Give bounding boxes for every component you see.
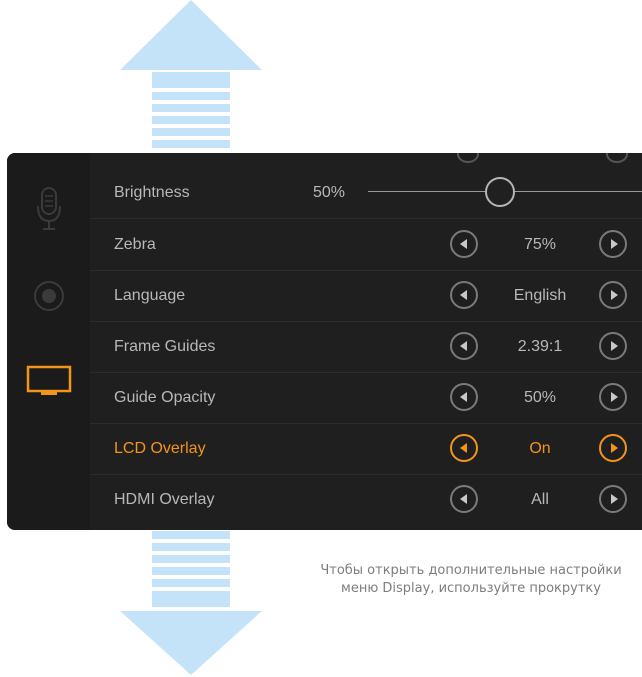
guide-opacity-value: 50% bbox=[523, 388, 557, 406]
scroll-hint-caption: Чтобы открыть дополнительные настройки м… bbox=[300, 562, 642, 598]
language-row: Language English bbox=[90, 270, 642, 322]
camera-lcd-menu: Brightness 50% Zebra 75% Language Englis… bbox=[7, 153, 642, 530]
frame-guides-prev-button[interactable] bbox=[450, 331, 478, 360]
brightness-value: 50% bbox=[313, 183, 346, 201]
arrow-left-icon bbox=[459, 289, 467, 300]
scroll-down-arrow bbox=[120, 531, 262, 675]
hdmi-overlay-row: HDMI Overlay All bbox=[90, 474, 642, 525]
zebra-value: 75% bbox=[523, 235, 557, 253]
frame-guides-value: 2.39:1 bbox=[517, 337, 563, 355]
microphone-icon[interactable] bbox=[7, 186, 90, 232]
scrolled-button-edge bbox=[606, 153, 628, 163]
guide-opacity-prev-button[interactable] bbox=[450, 382, 478, 411]
arrow-right-icon bbox=[610, 391, 618, 402]
language-value: English bbox=[513, 286, 567, 304]
lcd-overlay-row: LCD Overlay On bbox=[90, 423, 642, 475]
arrow-left-icon bbox=[459, 391, 467, 402]
frame-guides-label: Frame Guides bbox=[114, 337, 216, 355]
arrow-right-icon bbox=[610, 340, 618, 351]
arrow-left-icon bbox=[459, 238, 467, 249]
zebra-prev-button[interactable] bbox=[450, 229, 478, 258]
hdmi-overlay-label: HDMI Overlay bbox=[114, 490, 215, 508]
zebra-label: Zebra bbox=[114, 235, 156, 253]
language-prev-button[interactable] bbox=[450, 280, 478, 309]
arrow-right-icon bbox=[610, 289, 618, 300]
arrow-right-icon bbox=[610, 493, 618, 504]
brightness-slider-knob[interactable] bbox=[485, 177, 515, 207]
hdmi-overlay-next-button[interactable] bbox=[599, 484, 627, 513]
guide-opacity-next-button[interactable] bbox=[599, 382, 627, 411]
guide-opacity-label: Guide Opacity bbox=[114, 388, 216, 406]
arrow-left-icon bbox=[459, 340, 467, 351]
language-label: Language bbox=[114, 286, 186, 304]
scrolled-button-edge bbox=[457, 153, 479, 163]
menu-sidebar bbox=[7, 153, 90, 530]
hdmi-overlay-value: All bbox=[531, 490, 549, 508]
display-settings-list: Brightness 50% Zebra 75% Language Englis… bbox=[90, 153, 642, 530]
lcd-overlay-next-button[interactable] bbox=[599, 433, 627, 462]
hdmi-overlay-prev-button[interactable] bbox=[450, 484, 478, 513]
language-next-button[interactable] bbox=[599, 280, 627, 309]
caption-line-2: меню Display, используйте прокрутку bbox=[341, 581, 601, 596]
guide-opacity-row: Guide Opacity 50% bbox=[90, 372, 642, 424]
lcd-overlay-prev-button[interactable] bbox=[450, 433, 478, 462]
arrow-right-icon bbox=[610, 238, 618, 249]
arrow-left-icon bbox=[459, 493, 467, 504]
brightness-label: Brightness bbox=[114, 183, 190, 201]
scroll-up-arrow bbox=[120, 0, 262, 152]
arrow-right-icon bbox=[610, 442, 618, 453]
display-icon[interactable] bbox=[7, 365, 90, 397]
lcd-overlay-label: LCD Overlay bbox=[114, 439, 206, 457]
caption-line-1: Чтобы открыть дополнительные настройки bbox=[320, 563, 622, 578]
frame-guides-next-button[interactable] bbox=[599, 331, 627, 360]
zebra-next-button[interactable] bbox=[599, 229, 627, 258]
brightness-row: Brightness 50% bbox=[90, 167, 642, 219]
zebra-row: Zebra 75% bbox=[90, 219, 642, 271]
record-icon[interactable] bbox=[7, 280, 90, 312]
arrow-left-icon bbox=[459, 442, 467, 453]
lcd-overlay-value: On bbox=[529, 439, 551, 457]
frame-guides-row: Frame Guides 2.39:1 bbox=[90, 321, 642, 373]
